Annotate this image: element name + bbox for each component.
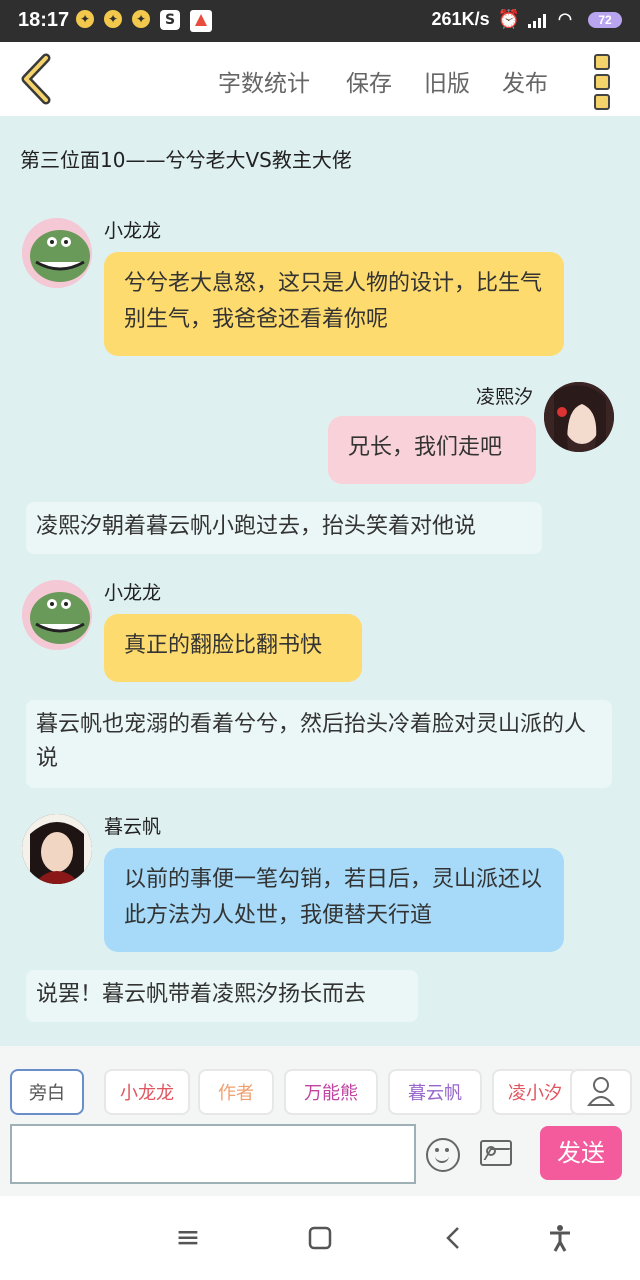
avatar-lingxixi[interactable]	[544, 382, 614, 452]
publish-button[interactable]: 发布	[502, 64, 548, 98]
word-count-button[interactable]: 字数统计	[218, 64, 310, 98]
dinosaur-avatar-icon	[22, 580, 92, 650]
role-button-lingxiaoxi[interactable]: 凌小汐	[492, 1069, 578, 1115]
status-bar: 18:17 ✦ ✦ ✦ S 261K/s ⏰ ◠ 72	[0, 0, 640, 42]
role-button-xiaolonglong[interactable]: 小龙龙	[104, 1069, 190, 1115]
sogou-icon: S	[160, 10, 180, 30]
notification-icon: ✦	[104, 10, 122, 28]
app-icon	[190, 10, 212, 32]
send-button[interactable]: 发送	[540, 1126, 622, 1180]
status-time: 18:17	[18, 9, 70, 31]
speaker-name: 小龙龙	[104, 582, 162, 604]
message-input[interactable]	[10, 1124, 416, 1184]
network-speed: 261K/s	[431, 9, 490, 29]
girl-avatar-icon	[544, 382, 614, 452]
man-avatar-icon	[22, 814, 92, 884]
status-right: 261K/s ⏰ ◠ 72	[432, 9, 622, 30]
accessibility-icon[interactable]	[544, 1222, 576, 1254]
narration-text[interactable]: 暮云帆也宠溺的看着兮兮，然后抬头冷着脸对灵山派的人说	[26, 700, 612, 788]
home-square-icon[interactable]	[304, 1222, 336, 1254]
old-version-button[interactable]: 旧版	[424, 64, 470, 98]
avatar-muyunfan[interactable]	[22, 814, 92, 884]
speaker-name: 小龙龙	[104, 220, 162, 242]
signal-icon	[528, 12, 550, 28]
message-bubble[interactable]: 以前的事便一笔勾销，若日后，灵山派还以此方法为人处世，我便替天行道	[104, 848, 564, 952]
speaker-name: 暮云帆	[104, 816, 162, 838]
notification-icon: ✦	[132, 10, 150, 28]
more-menu-icon[interactable]	[594, 54, 614, 110]
narration-text[interactable]: 说罢！暮云帆带着凌熙汐扬长而去	[26, 970, 418, 1022]
back-icon[interactable]	[438, 1222, 470, 1254]
avatar-xiaolonglong[interactable]	[22, 218, 92, 288]
system-nav-bar: ≡	[0, 1196, 640, 1280]
message-bubble[interactable]: 真正的翻脸比翻书快	[104, 614, 362, 682]
role-button-wannengxiong[interactable]: 万能熊	[284, 1069, 378, 1115]
narration-text[interactable]: 凌熙汐朝着暮云帆小跑过去，抬头笑着对他说	[26, 502, 542, 554]
message-bubble[interactable]: 兄长，我们走吧	[328, 416, 536, 484]
document-title: 第三位面10——兮兮老大VS教主大佬	[20, 148, 352, 172]
wifi-icon: ◠	[558, 10, 572, 28]
save-button[interactable]: 保存	[346, 64, 392, 98]
image-icon[interactable]	[480, 1140, 512, 1166]
role-button-narrator[interactable]: 旁白	[10, 1069, 84, 1115]
message-bubble[interactable]: 兮兮老大息怒，这只是人物的设计，比生气别生气，我爸爸还看着你呢	[104, 252, 564, 356]
status-notification-icons: ✦ ✦ ✦ S	[76, 10, 212, 32]
emoji-icon[interactable]	[426, 1138, 460, 1172]
back-arrow-icon[interactable]	[14, 52, 62, 106]
avatar-xiaolonglong[interactable]	[22, 580, 92, 650]
person-icon	[586, 1077, 616, 1106]
battery-icon: 72	[588, 11, 622, 28]
top-bar: 字数统计 保存 旧版 发布	[0, 42, 640, 116]
alarm-icon: ⏰	[497, 9, 520, 29]
role-button-author[interactable]: 作者	[198, 1069, 274, 1115]
role-manager-button[interactable]	[570, 1069, 632, 1115]
speaker-name: 凌熙汐	[476, 386, 534, 408]
menu-icon[interactable]: ≡	[172, 1222, 204, 1254]
notification-icon: ✦	[76, 10, 94, 28]
role-button-muyunfan[interactable]: 暮云帆	[388, 1069, 482, 1115]
dinosaur-avatar-icon	[22, 218, 92, 288]
